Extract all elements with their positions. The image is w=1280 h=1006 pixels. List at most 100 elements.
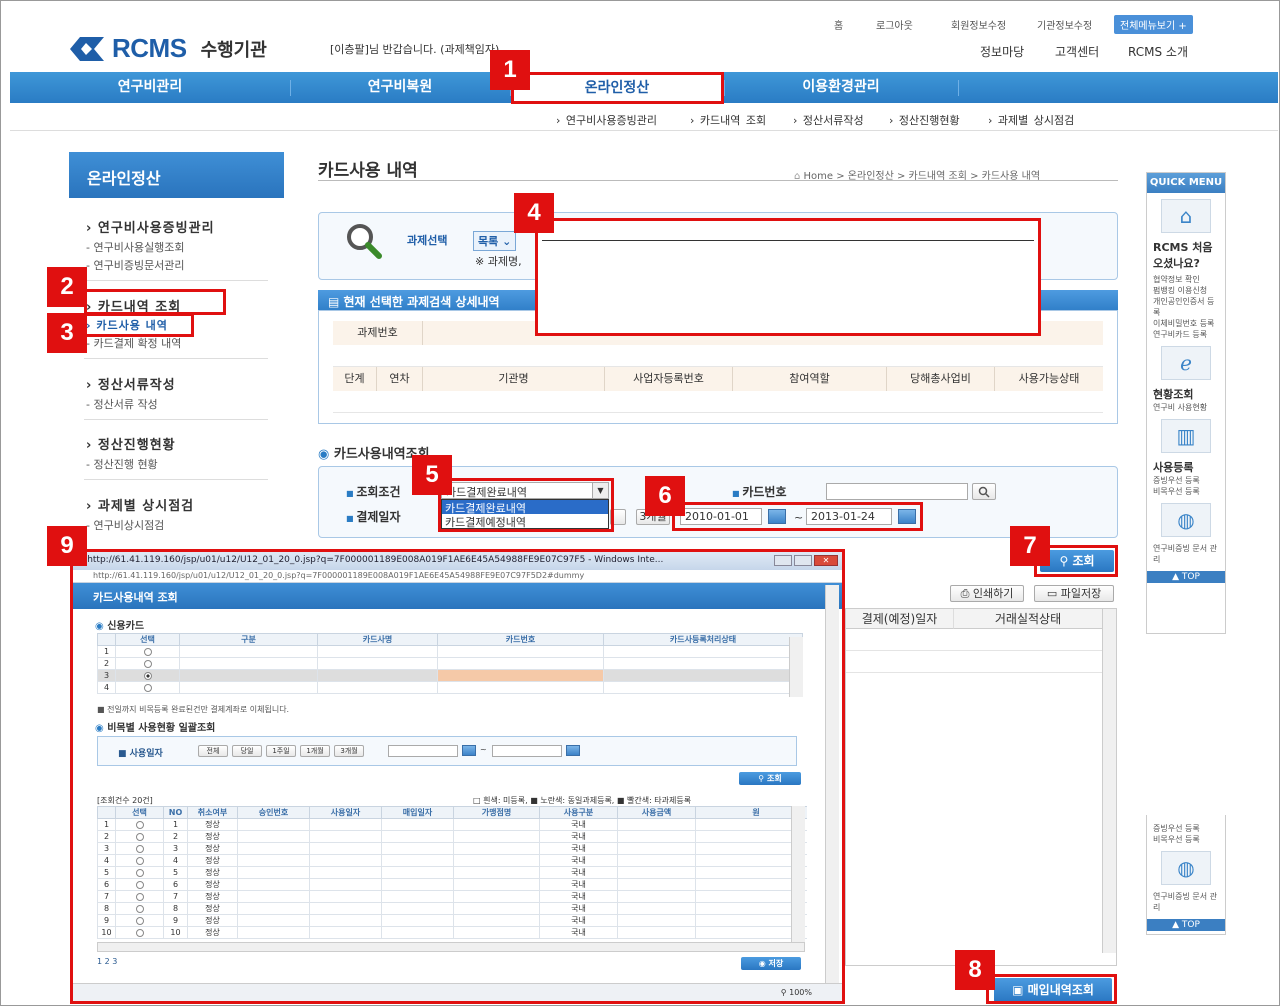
gnb-env-management[interactable]: 이용환경관리 [726, 72, 956, 103]
lnb-sub-proof-docs[interactable]: - 연구비증빙문서관리 [86, 257, 185, 273]
radio-button[interactable] [135, 892, 144, 901]
subnav-settlement-docs[interactable]: › 정산서류작성 [793, 112, 864, 128]
radio-button[interactable] [143, 647, 152, 656]
subnav-card-history[interactable]: › 카드내역 조회 [690, 112, 766, 128]
list-row[interactable]: 7 7 정상 국내 [97, 890, 807, 903]
lnb-settlement-docs[interactable]: › 정산서류작성 [86, 374, 176, 393]
search-icon[interactable] [972, 483, 996, 500]
card-row[interactable]: 4 [97, 681, 803, 694]
globe-icon[interactable]: ◍ [1161, 851, 1211, 885]
card-row[interactable]: 1 [97, 645, 803, 658]
customer-center-link[interactable]: 고객센터 [1055, 43, 1099, 60]
radio-button[interactable] [135, 844, 144, 853]
radio-button[interactable] [135, 880, 144, 889]
list-row[interactable]: 8 8 정상 국내 [97, 902, 807, 915]
range-today-button[interactable]: 당일 [232, 745, 262, 757]
list-row[interactable]: 10 10 정상 국내 [97, 926, 807, 939]
lnb-sub-settlement-status[interactable]: - 정산진행 현황 [86, 456, 158, 472]
print-button[interactable]: ⎙ 인쇄하기 [950, 585, 1024, 602]
subnav-proof-mgmt[interactable]: › 연구비사용증빙관리 [556, 112, 657, 128]
popup-search-button[interactable]: ⚲ 조회 [739, 772, 801, 785]
card-row[interactable]: 3 [97, 669, 803, 682]
list-hscrollbar[interactable] [97, 942, 805, 952]
radio-button[interactable] [135, 916, 144, 925]
quick-usage-register[interactable]: 사용등록 [1147, 459, 1225, 475]
lnb-sub-usage-exec[interactable]: - 연구비사용실행조회 [86, 239, 185, 255]
lnb-proof-mgmt[interactable]: › 연구비사용증빙관리 [86, 217, 215, 236]
close-icon[interactable]: ✕ [814, 555, 838, 566]
credit-card-title: ◉ 신용카드 [95, 621, 145, 632]
use-date-from[interactable] [388, 745, 458, 757]
quick-lower-desc1[interactable]: 증빙우선 등록 비목우선 등록 [1147, 823, 1225, 845]
card-row[interactable]: 2 [97, 657, 803, 670]
list-row[interactable]: 4 4 정상 국내 [97, 854, 807, 867]
radio-button[interactable] [135, 820, 144, 829]
chart-icon[interactable]: ▥ [1161, 419, 1211, 453]
radio-button[interactable] [143, 683, 152, 692]
info-link[interactable]: 정보마당 [980, 43, 1024, 60]
file-save-button[interactable]: ▭ 파일저장 [1034, 585, 1114, 602]
range-3month-button[interactable]: 3개월 [334, 745, 364, 757]
util-member-info-link[interactable]: 회원정보수정 [951, 17, 1006, 32]
lnb-sub-settlement-write[interactable]: - 정산서류 작성 [86, 396, 158, 412]
calendar-icon[interactable] [566, 745, 580, 756]
list-row[interactable]: 3 3 정상 국내 [97, 842, 807, 855]
radio-button[interactable] [135, 856, 144, 865]
about-rcms-link[interactable]: RCMS 소개 [1128, 43, 1188, 60]
minimize-icon[interactable] [774, 555, 792, 566]
list-row[interactable]: 5 5 정상 국내 [97, 866, 807, 879]
range-week-button[interactable]: 1주일 [266, 745, 296, 757]
lnb-settlement-status[interactable]: › 정산진행현황 [86, 434, 176, 453]
lnb-sub-card-confirmed[interactable]: - 카드결제 확정 내역 [86, 335, 181, 351]
range-month-button[interactable]: 1개월 [300, 745, 330, 757]
quick-top-button[interactable]: ▲ TOP [1147, 571, 1225, 583]
subnav-project-check[interactable]: › 과제별 상시점검 [988, 112, 1074, 128]
quick-lower-desc2[interactable]: 연구비증빙 문서 관리 [1147, 891, 1225, 913]
gnb-fund-restore[interactable]: 연구비복원 [290, 72, 510, 103]
house-icon[interactable]: ⌂ [1161, 199, 1211, 233]
quick-top-button[interactable]: ▲ TOP [1147, 919, 1225, 931]
project-list-button[interactable]: 목록 ⌄ [473, 231, 517, 251]
util-org-info-link[interactable]: 기관정보수정 [1037, 17, 1092, 32]
list-scrollbar[interactable] [791, 806, 805, 942]
th-org-name: 기관명 [423, 367, 605, 391]
util-home-link[interactable]: 홈 [834, 17, 843, 32]
radio-button[interactable] [135, 904, 144, 913]
radio-button[interactable] [135, 832, 144, 841]
list-row[interactable]: 9 9 정상 국내 [97, 914, 807, 927]
quick-first-visit[interactable]: RCMS 처음 오셨나요? [1147, 239, 1225, 271]
list-row[interactable]: 1 1 정상 국내 [97, 818, 807, 831]
gnb-research-fund[interactable]: 연구비관리 [10, 72, 290, 103]
radio-button[interactable] [135, 928, 144, 937]
pagination[interactable]: 1 2 3 [97, 957, 117, 966]
all-menu-button[interactable]: 전체메뉴보기 + [1114, 15, 1193, 34]
result-scrollbar[interactable] [1102, 609, 1116, 953]
radio-button[interactable] [135, 868, 144, 877]
use-date-to[interactable] [492, 745, 562, 757]
util-logout-link[interactable]: 로그아웃 [876, 17, 913, 32]
subnav-settlement-status[interactable]: › 정산진행현황 [889, 112, 960, 128]
lnb-project-check[interactable]: › 과제별 상시점검 [86, 495, 194, 514]
logo-mark-icon [70, 36, 104, 61]
quick-first-visit-desc[interactable]: 협약정보 확인 펌뱅킹 이용신청 개인공인인증서 등록 이체비밀번호 등록 연구… [1147, 274, 1225, 340]
list-row[interactable]: 6 6 정상 국내 [97, 878, 807, 891]
cardno-input[interactable] [826, 483, 968, 500]
quick-doc-mgmt[interactable]: 연구비증빙 문서 관리 [1147, 543, 1225, 565]
calendar-icon[interactable] [462, 745, 476, 756]
popup-save-button[interactable]: ◉ 저장 [741, 957, 801, 970]
lnb-sub-always-check[interactable]: - 연구비상시점검 [86, 517, 164, 533]
rcms-logo[interactable]: RCMS 수행기관 [70, 33, 267, 64]
zoom-level[interactable]: ⚲ 100% [781, 988, 812, 997]
radio-button[interactable] [143, 671, 152, 680]
list-row[interactable]: 2 2 정상 국내 [97, 830, 807, 843]
range-all-button[interactable]: 전체 [198, 745, 228, 757]
maximize-icon[interactable] [794, 555, 812, 566]
radio-button[interactable] [143, 659, 152, 668]
quick-status-desc[interactable]: 연구비 사용현황 [1147, 402, 1225, 413]
card-table-scrollbar[interactable] [789, 637, 803, 697]
status-lookup-icon[interactable]: ℯ [1161, 346, 1211, 380]
quick-status-lookup[interactable]: 현황조회 [1147, 386, 1225, 402]
globe-icon[interactable]: ◍ [1161, 503, 1211, 537]
quick-usage-desc[interactable]: 증빙우선 등록 비목우선 등록 [1147, 475, 1225, 497]
popup-scrollbar[interactable] [825, 585, 839, 983]
